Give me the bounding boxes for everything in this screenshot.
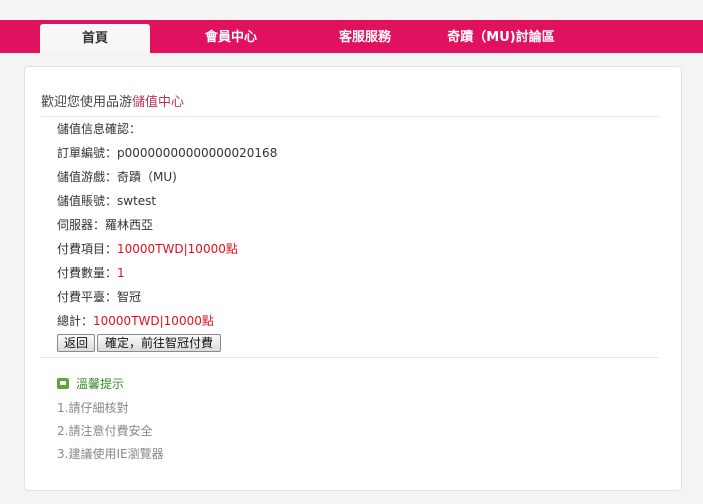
quantity-label: 付費數量：	[57, 266, 118, 280]
divider-top	[41, 116, 659, 117]
tip-item: 1.請仔細核對	[57, 401, 129, 415]
tab-member-center[interactable]: 會員中心	[176, 20, 286, 53]
quantity-value: 1	[117, 266, 125, 280]
platform-row: 付費平臺：智冠	[57, 288, 141, 305]
welcome-heading: 歡迎您使用品游儲值中心	[41, 91, 184, 110]
order-number-label: 訂單編號：	[57, 146, 118, 160]
recharge-panel: 歡迎您使用品游儲值中心 儲值信息確認： 訂單編號：p00000000000000…	[24, 66, 682, 491]
tip-item: 3.建議使用IE瀏覽器	[57, 447, 164, 461]
item-label: 付費項目：	[57, 242, 118, 256]
tips-heading: 溫馨提示	[57, 375, 124, 392]
account-label: 儲值賬號：	[57, 194, 118, 208]
total-row: 總計：10000TWD|10000點	[57, 312, 214, 329]
order-number-row: 訂單編號：p00000000000000020168	[57, 144, 277, 161]
confirm-heading: 儲值信息確認：	[57, 122, 142, 136]
total-value: 10000TWD|10000點	[93, 314, 214, 328]
item-row: 付費項目：10000TWD|10000點	[57, 240, 238, 257]
back-button[interactable]: 返回	[57, 334, 95, 352]
platform-value: 智冠	[117, 290, 142, 304]
tip-item: 2.請注意付費安全	[57, 424, 153, 438]
confirm-payment-button[interactable]: 確定，前往智冠付費	[97, 334, 221, 352]
chat-bubble-icon	[57, 378, 69, 389]
game-value: 奇蹟（MU)	[117, 170, 177, 184]
game-label: 儲值游戲：	[57, 170, 118, 184]
main-nav: 首頁 會員中心 客服服務 奇蹟（MU)討論區	[0, 20, 703, 53]
divider-bottom	[41, 357, 659, 358]
server-row: 伺服器：羅林西亞	[57, 216, 153, 233]
platform-label: 付費平臺：	[57, 290, 118, 304]
tab-mu-forum[interactable]: 奇蹟（MU)討論區	[436, 20, 566, 53]
server-label: 伺服器：	[57, 218, 106, 232]
tips-title: 溫馨提示	[76, 377, 125, 391]
item-value: 10000TWD|10000點	[117, 242, 238, 256]
welcome-highlight: 儲值中心	[132, 95, 185, 110]
tab-home[interactable]: 首頁	[40, 24, 150, 53]
account-value: swtest	[117, 194, 157, 208]
server-value: 羅林西亞	[105, 218, 154, 232]
top-strip	[0, 0, 703, 20]
tab-customer-service[interactable]: 客服服務	[310, 20, 420, 53]
welcome-prefix: 歡迎您使用品游	[41, 95, 133, 110]
account-row: 儲值賬號：swtest	[57, 192, 156, 209]
order-number-value: p00000000000000020168	[117, 146, 278, 160]
total-label: 總計：	[57, 314, 94, 328]
quantity-row: 付費數量：1	[57, 264, 125, 281]
game-row: 儲值游戲：奇蹟（MU)	[57, 168, 177, 185]
